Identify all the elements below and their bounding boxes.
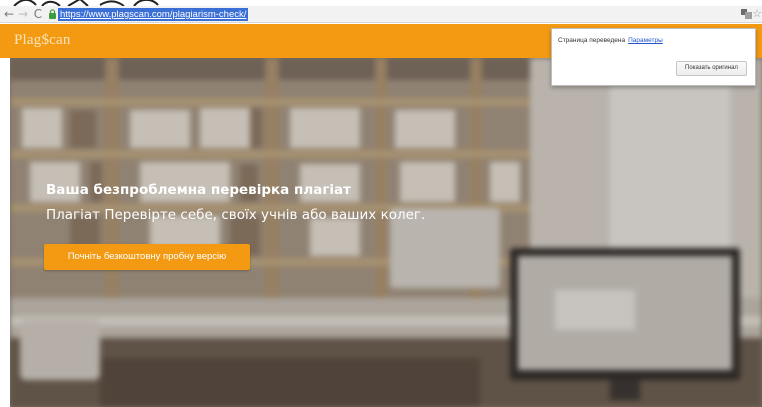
reload-icon[interactable]: C	[31, 7, 45, 21]
translate-options-link[interactable]: Параметры	[628, 37, 663, 44]
translate-status-row: Страница переведена Параметры	[558, 37, 663, 44]
hero-title: Ваша безпроблемна перевірка плагіат	[46, 182, 351, 198]
start-free-trial-button[interactable]: Почніть безкоштовну пробну версію	[44, 244, 250, 270]
translate-status-text: Страница переведена	[558, 37, 626, 44]
translate-popup: Страница переведена Параметры Показать ор…	[551, 28, 756, 86]
hero-overlay	[10, 58, 762, 407]
hero-section: Ваша безпроблемна перевірка плагіат Плаг…	[10, 58, 762, 407]
translate-icon[interactable]	[741, 9, 752, 19]
address-bar-url[interactable]: https://www.plagscan.com/plagiarism-chec…	[58, 8, 249, 21]
back-arrow-icon[interactable]: ←	[2, 7, 16, 21]
hero-subtitle: Плагіат Перевірте себе, своїх учнів або …	[46, 207, 426, 223]
browser-toolbar: ← → C https://www.plagscan.com/plagiaris…	[0, 6, 762, 23]
screenshot: ← → C https://www.plagscan.com/plagiaris…	[0, 0, 762, 407]
plagscan-logo[interactable]: Plag$can	[14, 32, 71, 49]
lock-icon	[49, 9, 56, 19]
show-original-button[interactable]: Показать оригинал	[676, 61, 747, 76]
star-icon[interactable]: ☆	[752, 6, 762, 22]
forward-arrow-icon[interactable]: →	[16, 7, 30, 21]
